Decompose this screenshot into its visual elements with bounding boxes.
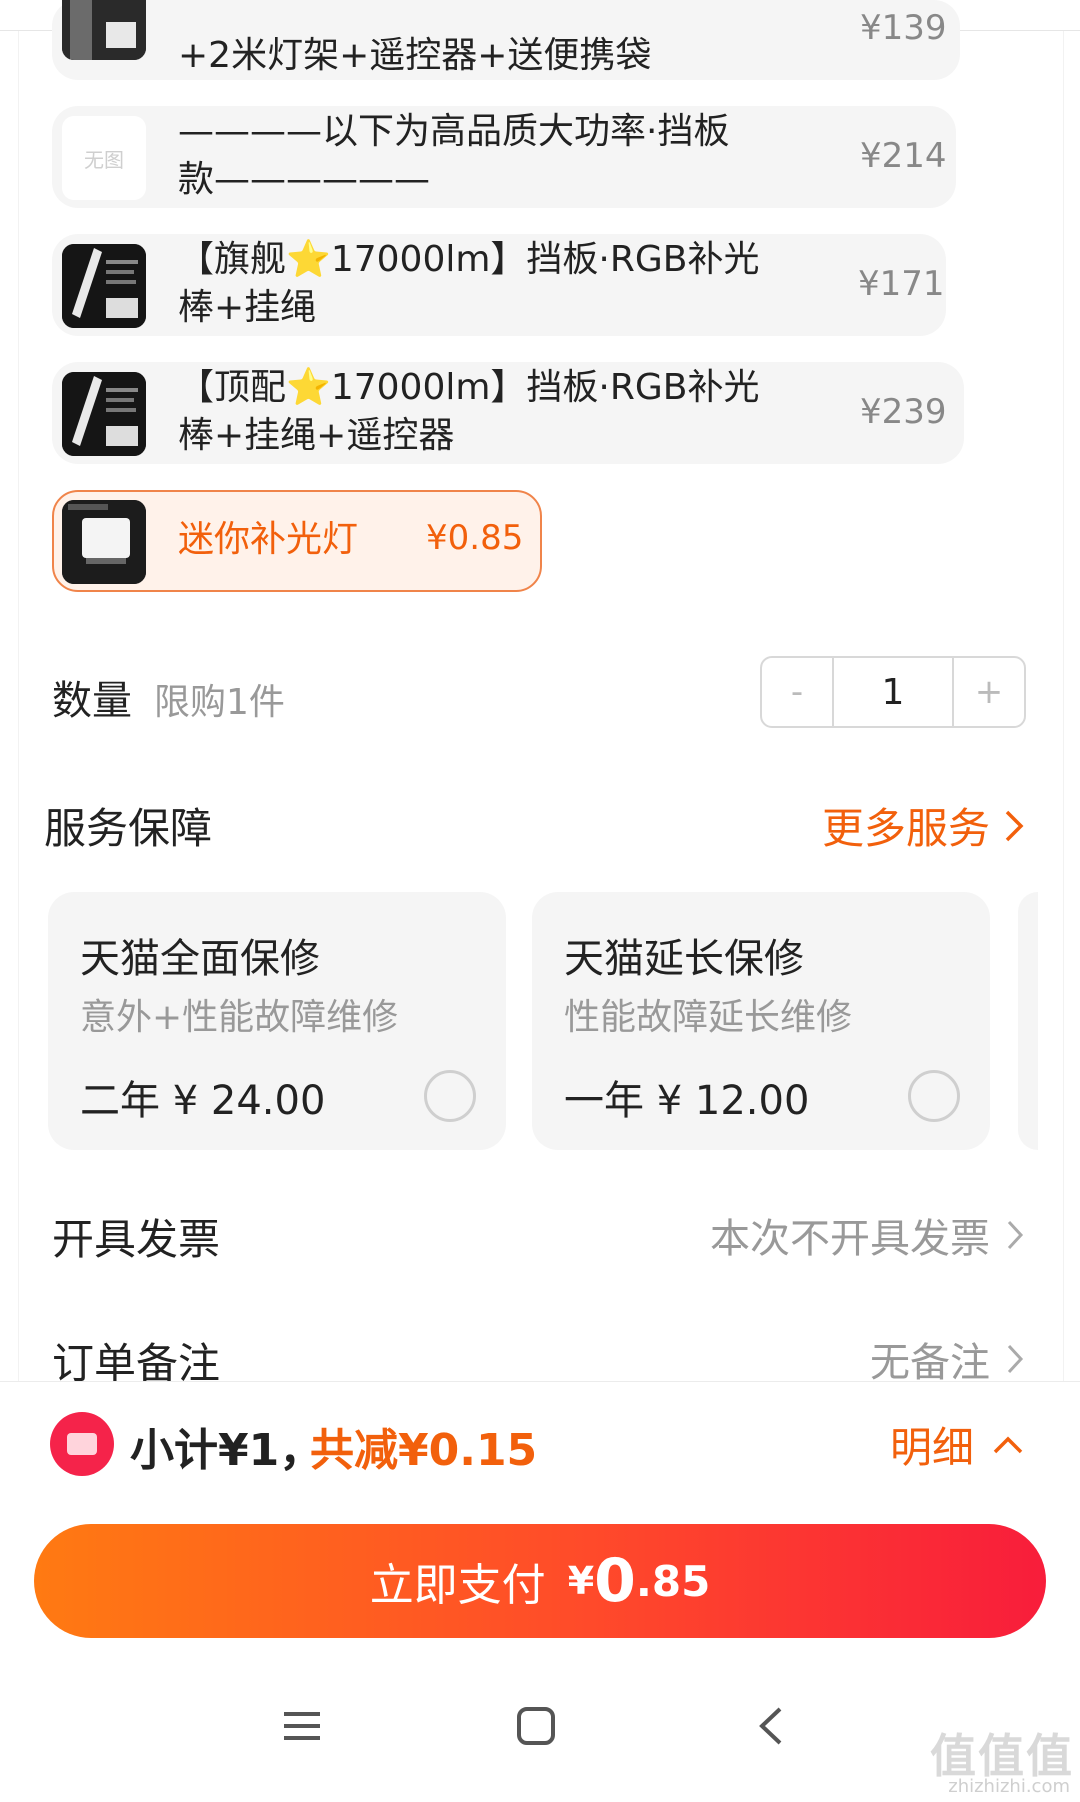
- detail-toggle[interactable]: 明细: [890, 1414, 1024, 1475]
- watermark-url: zhizhizhi.com: [948, 1776, 1070, 1797]
- product-thumbnail-empty: 无图: [62, 116, 146, 200]
- product-thumbnail: [62, 372, 146, 456]
- sku-price: ¥0.85: [426, 518, 524, 558]
- no-image-text: 无图: [84, 147, 124, 172]
- back-icon[interactable]: [756, 1706, 786, 1746]
- invoice-row[interactable]: 本次不开具发票: [710, 1206, 1024, 1264]
- service-price: 一年 ¥ 12.00: [564, 1078, 810, 1124]
- invoice-label: 开具发票: [52, 1215, 221, 1264]
- sku-price: ¥214: [860, 136, 947, 176]
- service-radio[interactable]: [424, 1070, 476, 1122]
- sku-label-line1: 【顶配⭐17000lm】挡板·RGB补光: [178, 367, 760, 408]
- pay-now-button[interactable]: 立即支付 ¥ 0 .85: [34, 1524, 1046, 1638]
- pay-amount-int: 0: [594, 1546, 636, 1616]
- sku-label: 【顶配⭐17000lm】挡板·RGB补光 棒+挂绳+遥控器: [178, 364, 759, 460]
- sku-price: ¥171: [858, 264, 945, 304]
- sku-price: ¥239: [860, 392, 947, 432]
- remark-value: 无备注: [870, 1340, 990, 1386]
- increment-button[interactable]: +: [954, 658, 1024, 726]
- chevron-right-icon: [1007, 1344, 1024, 1374]
- sku-label-line1: 【旗舰⭐17000lm】挡板·RGB补光: [178, 239, 760, 280]
- sku-label-line2: 棒+挂绳+遥控器: [178, 415, 455, 456]
- sku-option-selected[interactable]: 迷你补光灯 ¥0.85: [52, 490, 542, 592]
- quantity-stepper: - 1 +: [760, 656, 1026, 728]
- pay-amount-dec: .85: [635, 1556, 711, 1606]
- service-name: 天猫全面保修: [80, 936, 320, 982]
- sku-label-line1: ————以下为高品质大功率·挡板: [178, 111, 730, 152]
- service-card-full-warranty[interactable]: 天猫全面保修 意外+性能故障维修 二年 ¥ 24.00: [48, 892, 506, 1150]
- service-name: 天猫延长保修: [564, 936, 804, 982]
- quantity-label: 数量: [52, 678, 132, 724]
- pay-label: 立即支付: [369, 1560, 546, 1611]
- discount-text: 共减¥0.15: [310, 1425, 538, 1476]
- product-thumbnail: [62, 500, 146, 584]
- service-card-peek[interactable]: [1018, 892, 1038, 1150]
- invoice-value: 本次不开具发票: [710, 1216, 990, 1262]
- sku-option-1[interactable]: +2米灯架+遥控器+送便携袋 ¥139: [52, 0, 960, 80]
- service-price: 二年 ¥ 24.00: [80, 1078, 326, 1124]
- sku-option-3[interactable]: 【旗舰⭐17000lm】挡板·RGB补光 棒+挂绳 ¥171: [52, 234, 946, 336]
- decrement-button[interactable]: -: [762, 658, 832, 726]
- sku-label: 迷你补光灯: [178, 519, 359, 560]
- more-services-label: 更多服务: [821, 804, 990, 853]
- chevron-right-icon: [1007, 1220, 1024, 1250]
- more-services-link[interactable]: 更多服务: [822, 795, 1024, 856]
- service-desc: 性能故障延长维修: [564, 997, 853, 1038]
- sku-option-2[interactable]: 无图 ————以下为高品质大功率·挡板 款—————— ¥214: [52, 106, 956, 208]
- sku-label: 【旗舰⭐17000lm】挡板·RGB补光 棒+挂绳: [178, 236, 759, 332]
- product-thumbnail: [62, 0, 146, 60]
- sku-label-line2: 款——————: [178, 159, 431, 200]
- coupon-icon: [50, 1412, 114, 1476]
- service-section-title: 服务保障: [44, 804, 213, 853]
- menu-icon[interactable]: [282, 1706, 322, 1746]
- service-desc: 意外+性能故障维修: [80, 997, 399, 1038]
- quantity-value[interactable]: 1: [832, 658, 954, 726]
- sku-price: ¥139: [860, 8, 947, 48]
- purchase-limit: 限购1件: [154, 682, 285, 723]
- chevron-right-icon: [1005, 810, 1024, 841]
- sku-label: ————以下为高品质大功率·挡板 款——————: [178, 108, 729, 204]
- sku-label-line2: 棒+挂绳: [178, 287, 317, 328]
- product-thumbnail: [62, 244, 146, 328]
- service-radio[interactable]: [908, 1070, 960, 1122]
- subtotal-text: 小计¥1，: [130, 1425, 324, 1476]
- service-card-extended-warranty[interactable]: 天猫延长保修 性能故障延长维修 一年 ¥ 12.00: [532, 892, 990, 1150]
- chevron-up-icon: [993, 1436, 1023, 1453]
- remark-row[interactable]: 无备注: [870, 1330, 1024, 1388]
- pay-currency: ¥: [567, 1559, 595, 1603]
- detail-label: 明细: [889, 1423, 974, 1472]
- sku-label: +2米灯架+遥控器+送便携袋: [178, 35, 652, 76]
- sku-option-4[interactable]: 【顶配⭐17000lm】挡板·RGB补光 棒+挂绳+遥控器 ¥239: [52, 362, 964, 464]
- home-icon[interactable]: [516, 1706, 556, 1746]
